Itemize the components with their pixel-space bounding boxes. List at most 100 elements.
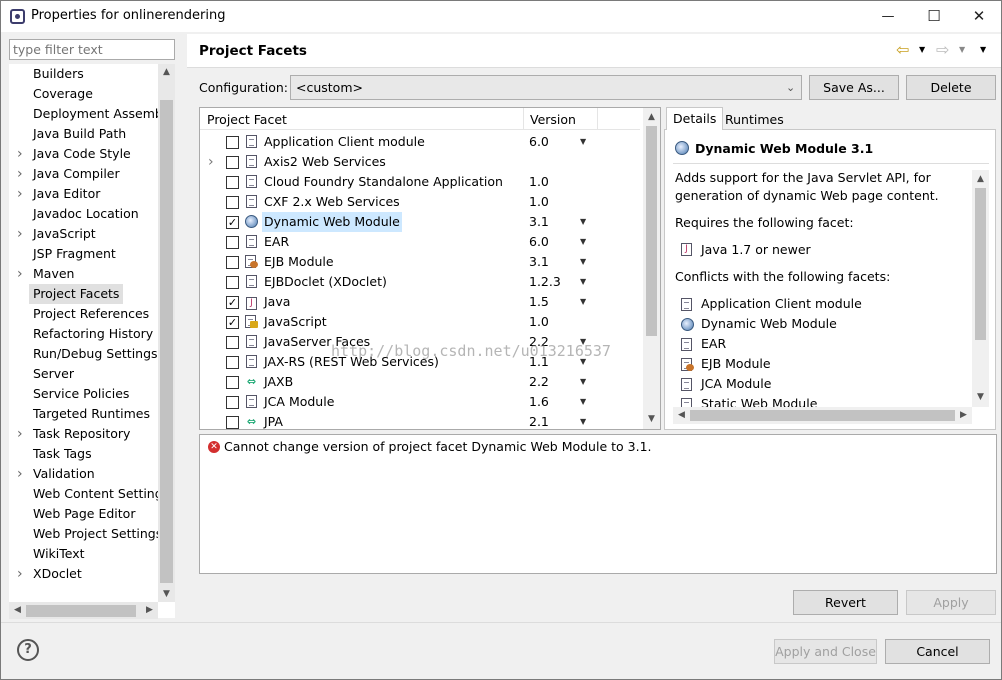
expand-chevron-icon[interactable]: › xyxy=(17,564,23,584)
facet-checkbox[interactable] xyxy=(226,176,239,189)
facet-row[interactable]: ✓ Dynamic Web Module 3.1 ▼ xyxy=(200,212,644,232)
forward-arrow-icon[interactable]: ⇨ xyxy=(936,40,949,59)
facet-row[interactable]: EAR 6.0 ▼ xyxy=(200,232,644,252)
close-button[interactable]: ✕ xyxy=(956,1,1001,32)
sidebar-item-validation[interactable]: › Validation xyxy=(9,464,159,484)
facet-row[interactable]: › Axis2 Web Services xyxy=(200,152,644,172)
facet-checkbox[interactable] xyxy=(226,416,239,429)
sidebar-item-web-content-settings[interactable]: Web Content Settings xyxy=(9,484,159,504)
facet-version[interactable]: 1.0 xyxy=(529,312,549,332)
sidebar-item-web-page-editor[interactable]: Web Page Editor xyxy=(9,504,159,524)
expand-chevron-icon[interactable]: › xyxy=(17,224,23,244)
facet-checkbox[interactable]: ✓ xyxy=(226,216,239,229)
apply-button[interactable]: Apply xyxy=(906,590,996,615)
facet-row[interactable]: ⇔ JPA 2.1 ▼ xyxy=(200,412,644,429)
facet-version[interactable]: 1.5 xyxy=(529,292,549,312)
facet-version[interactable]: 6.0 xyxy=(529,232,549,252)
back-menu-chevron-icon[interactable]: ▼ xyxy=(919,45,925,54)
version-dropdown-icon[interactable]: ▼ xyxy=(580,132,586,152)
scroll-down-icon[interactable]: ▼ xyxy=(158,589,175,599)
apply-and-close-button[interactable]: Apply and Close xyxy=(774,639,877,664)
sidebar-item-javascript[interactable]: › JavaScript xyxy=(9,224,159,244)
sidebar-item-wikitext[interactable]: WikiText xyxy=(9,544,159,564)
version-dropdown-icon[interactable]: ▼ xyxy=(580,392,586,412)
sidebar-item-targeted-runtimes[interactable]: Targeted Runtimes xyxy=(9,404,159,424)
sidebar-item-maven[interactable]: › Maven xyxy=(9,264,159,284)
facet-row[interactable]: Cloud Foundry Standalone Application 1.0 xyxy=(200,172,644,192)
hscroll-thumb[interactable] xyxy=(690,410,955,421)
facet-row[interactable]: ⇔ JAXB 2.2 ▼ xyxy=(200,372,644,392)
details-vertical-scrollbar[interactable]: ▲ ▼ xyxy=(972,170,989,407)
details-horizontal-scrollbar[interactable]: ◀ ▶ xyxy=(673,407,972,424)
facet-version[interactable]: 1.0 xyxy=(529,172,549,192)
scroll-thumb[interactable] xyxy=(160,100,173,583)
sidebar-item-jsp-fragment[interactable]: JSP Fragment xyxy=(9,244,159,264)
facet-version[interactable]: 2.1 xyxy=(529,412,549,429)
facet-checkbox[interactable] xyxy=(226,236,239,249)
column-header-facet[interactable]: Project Facet xyxy=(207,112,287,127)
facet-row[interactable]: ✓ J Java 1.5 ▼ xyxy=(200,292,644,312)
facet-vertical-scrollbar[interactable]: ▲ ▼ xyxy=(643,108,660,429)
expand-chevron-icon[interactable]: › xyxy=(17,264,23,284)
facet-version[interactable]: 2.2 xyxy=(529,372,549,392)
filter-input[interactable] xyxy=(9,39,175,60)
facet-row[interactable]: EJBDoclet (XDoclet) 1.2.3 ▼ xyxy=(200,272,644,292)
sidebar-item-xdoclet[interactable]: › XDoclet xyxy=(9,564,159,584)
scroll-thumb[interactable] xyxy=(646,126,657,336)
scroll-left-icon[interactable]: ◀ xyxy=(673,410,690,420)
view-menu-chevron-icon[interactable]: ▼ xyxy=(980,45,986,54)
version-dropdown-icon[interactable]: ▼ xyxy=(580,412,586,429)
version-dropdown-icon[interactable]: ▼ xyxy=(580,252,586,272)
facet-version[interactable]: 6.0 xyxy=(529,132,549,152)
cancel-button[interactable]: Cancel xyxy=(885,639,990,664)
sidebar-item-deployment-assembly[interactable]: Deployment Assembly xyxy=(9,104,159,124)
facet-checkbox[interactable]: ✓ xyxy=(226,316,239,329)
sidebar-item-project-facets[interactable]: Project Facets xyxy=(9,284,159,304)
facet-checkbox[interactable] xyxy=(226,276,239,289)
facet-checkbox[interactable]: ✓ xyxy=(226,296,239,309)
sidebar-item-javadoc-location[interactable]: Javadoc Location xyxy=(9,204,159,224)
facet-row[interactable]: CXF 2.x Web Services 1.0 xyxy=(200,192,644,212)
maximize-button[interactable]: ☐ xyxy=(911,1,957,32)
expand-chevron-icon[interactable]: › xyxy=(17,424,23,444)
facet-checkbox[interactable] xyxy=(226,396,239,409)
sidebar-item-builders[interactable]: Builders xyxy=(9,64,159,84)
facet-version[interactable]: 1.0 xyxy=(529,192,549,212)
delete-button[interactable]: Delete xyxy=(906,75,996,100)
version-dropdown-icon[interactable]: ▼ xyxy=(580,292,586,312)
sidebar-item-task-repository[interactable]: › Task Repository xyxy=(9,424,159,444)
scroll-up-icon[interactable]: ▲ xyxy=(643,112,660,122)
version-dropdown-icon[interactable]: ▼ xyxy=(580,272,586,292)
sidebar-item-java-compiler[interactable]: › Java Compiler xyxy=(9,164,159,184)
facet-checkbox[interactable] xyxy=(226,256,239,269)
sidebar-item-java-editor[interactable]: › Java Editor xyxy=(9,184,159,204)
scroll-up-icon[interactable]: ▲ xyxy=(972,174,989,184)
sidebar-item-web-project-settings[interactable]: Web Project Settings xyxy=(9,524,159,544)
column-header-version[interactable]: Version xyxy=(530,112,576,127)
back-arrow-icon[interactable]: ⇦ xyxy=(896,40,909,59)
sidebar-item-run-debug-settings[interactable]: Run/Debug Settings xyxy=(9,344,159,364)
sidebar-item-refactoring-history[interactable]: Refactoring History xyxy=(9,324,159,344)
sidebar-item-service-policies[interactable]: Service Policies xyxy=(9,384,159,404)
save-as-button[interactable]: Save As... xyxy=(809,75,899,100)
forward-menu-chevron-icon[interactable]: ▼ xyxy=(959,45,965,54)
sidebar-item-server[interactable]: Server xyxy=(9,364,159,384)
tab-runtimes[interactable]: Runtimes xyxy=(719,109,790,131)
sidebar-item-java-code-style[interactable]: › Java Code Style xyxy=(9,144,159,164)
tab-details[interactable]: Details xyxy=(666,107,724,130)
minimize-button[interactable]: — xyxy=(865,1,911,32)
facet-version[interactable]: 1.2.3 xyxy=(529,272,561,292)
facet-version[interactable]: 1.6 xyxy=(529,392,549,412)
expand-chevron-icon[interactable]: › xyxy=(17,144,23,164)
facet-row[interactable]: EJB Module 3.1 ▼ xyxy=(200,252,644,272)
sidebar-item-task-tags[interactable]: Task Tags xyxy=(9,444,159,464)
version-dropdown-icon[interactable]: ▼ xyxy=(580,232,586,252)
expand-chevron-icon[interactable]: › xyxy=(17,164,23,184)
version-dropdown-icon[interactable]: ▼ xyxy=(580,212,586,232)
scroll-thumb[interactable] xyxy=(975,188,986,340)
tree-horizontal-scrollbar[interactable]: ◀ ▶ xyxy=(9,602,158,619)
scroll-right-icon[interactable]: ▶ xyxy=(955,410,972,420)
facet-row[interactable]: JCA Module 1.6 ▼ xyxy=(200,392,644,412)
scroll-down-icon[interactable]: ▼ xyxy=(643,414,660,424)
facet-checkbox[interactable] xyxy=(226,156,239,169)
